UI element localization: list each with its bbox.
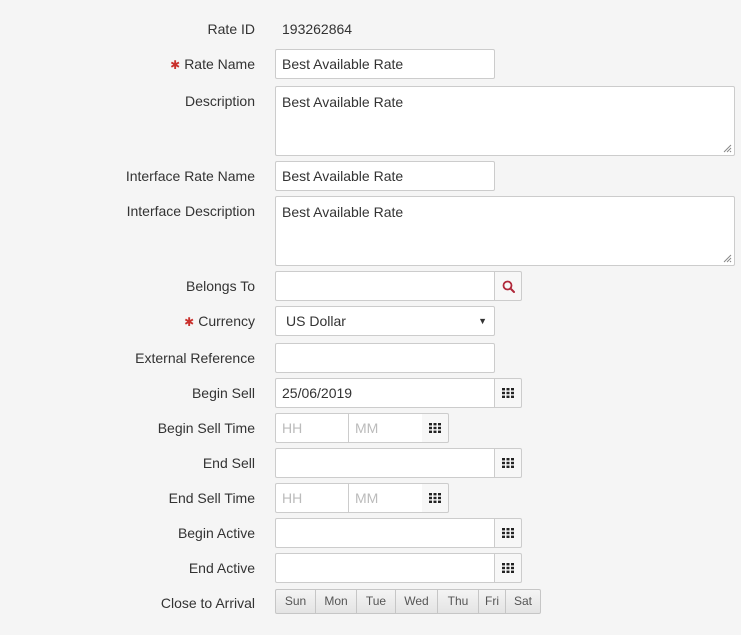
external-reference-input[interactable] bbox=[275, 343, 495, 373]
end-sell-minute-input[interactable]: MM bbox=[348, 483, 423, 513]
end-sell-time-button[interactable] bbox=[422, 483, 449, 513]
rate-name-label: ✱ Rate Name bbox=[170, 55, 255, 74]
interface-description-textarea[interactable]: Best Available Rate bbox=[275, 196, 735, 266]
calendar-grid-icon bbox=[502, 458, 514, 468]
currency-select[interactable]: US Dollar ▼ bbox=[275, 306, 495, 336]
interface-rate-name-input[interactable]: Best Available Rate bbox=[275, 161, 495, 191]
close-to-arrival-day-toggles: Sun Mon Tue Wed Thu Fri Sat bbox=[275, 589, 541, 614]
end-active-label: End Active bbox=[188, 560, 255, 576]
rate-name-input[interactable]: Best Available Rate bbox=[275, 49, 495, 79]
interface-rate-name-label: Interface Rate Name bbox=[125, 168, 255, 184]
begin-sell-label: Begin Sell bbox=[191, 385, 255, 401]
description-label: Description bbox=[184, 93, 255, 109]
begin-sell-hour-input[interactable]: HH bbox=[275, 413, 349, 443]
belongs-to-label: Belongs To bbox=[185, 278, 255, 294]
begin-sell-calendar-button[interactable] bbox=[495, 378, 522, 408]
calendar-grid-icon bbox=[502, 528, 514, 538]
rate-form: Rate ID 193262864 ✱ Rate Name Best Availa… bbox=[0, 0, 741, 635]
calendar-grid-icon bbox=[502, 388, 514, 398]
day-toggle-fri[interactable]: Fri bbox=[478, 589, 506, 614]
description-value: Best Available Rate bbox=[282, 94, 404, 110]
day-toggle-mon[interactable]: Mon bbox=[315, 589, 357, 614]
chevron-down-icon: ▼ bbox=[478, 316, 487, 326]
rate-name-label-text: Rate Name bbox=[184, 56, 255, 72]
resize-grip-icon[interactable] bbox=[723, 144, 732, 153]
begin-sell-time-label: Begin Sell Time bbox=[157, 420, 255, 436]
begin-sell-minute-input[interactable]: MM bbox=[348, 413, 423, 443]
end-active-calendar-button[interactable] bbox=[495, 553, 522, 583]
description-textarea[interactable]: Best Available Rate bbox=[275, 86, 735, 156]
clock-grid-icon bbox=[429, 423, 441, 433]
begin-sell-input[interactable]: 25/06/2019 bbox=[275, 378, 495, 408]
begin-active-calendar-button[interactable] bbox=[495, 518, 522, 548]
close-to-arrival-label: Close to Arrival bbox=[160, 595, 255, 611]
begin-active-label: Begin Active bbox=[177, 525, 255, 541]
interface-description-value: Best Available Rate bbox=[282, 204, 404, 220]
end-sell-hour-input[interactable]: HH bbox=[275, 483, 349, 513]
belongs-to-search-button[interactable] bbox=[495, 271, 522, 301]
rate-id-value: 193262864 bbox=[282, 21, 353, 37]
belongs-to-input[interactable] bbox=[275, 271, 495, 301]
rate-id-label: Rate ID bbox=[207, 21, 255, 37]
currency-label: ✱ Currency bbox=[184, 312, 255, 331]
calendar-grid-icon bbox=[502, 563, 514, 573]
required-icon: ✱ bbox=[184, 315, 195, 329]
end-sell-label: End Sell bbox=[202, 455, 255, 471]
resize-grip-icon[interactable] bbox=[723, 254, 732, 263]
currency-selected-value: US Dollar bbox=[286, 313, 346, 329]
interface-description-label: Interface Description bbox=[126, 203, 255, 219]
day-toggle-wed[interactable]: Wed bbox=[395, 589, 438, 614]
external-reference-label: External Reference bbox=[135, 350, 255, 366]
day-toggle-sat[interactable]: Sat bbox=[505, 589, 541, 614]
end-sell-time-label: End Sell Time bbox=[168, 490, 255, 506]
day-toggle-thu[interactable]: Thu bbox=[437, 589, 479, 614]
required-icon: ✱ bbox=[170, 58, 181, 72]
search-icon bbox=[502, 280, 515, 293]
end-sell-calendar-button[interactable] bbox=[495, 448, 522, 478]
begin-active-input[interactable] bbox=[275, 518, 495, 548]
currency-label-text: Currency bbox=[198, 313, 255, 329]
day-toggle-tue[interactable]: Tue bbox=[356, 589, 396, 614]
begin-sell-time-button[interactable] bbox=[422, 413, 449, 443]
day-toggle-sun[interactable]: Sun bbox=[275, 589, 316, 614]
end-sell-input[interactable] bbox=[275, 448, 495, 478]
end-active-input[interactable] bbox=[275, 553, 495, 583]
clock-grid-icon bbox=[429, 493, 441, 503]
